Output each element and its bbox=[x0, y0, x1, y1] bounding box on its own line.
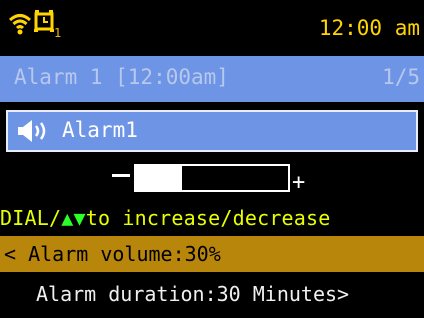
volume-slider-fill bbox=[136, 166, 182, 190]
wifi-icon bbox=[8, 12, 32, 40]
alarm-clock-icon bbox=[34, 10, 54, 36]
hint-text: DIAL/▲▼to increase/decrease bbox=[0, 206, 424, 230]
status-bar: 1 12:00 am bbox=[0, 0, 424, 52]
volume-decrease[interactable] bbox=[112, 174, 130, 177]
volume-increase[interactable]: + bbox=[292, 172, 305, 194]
menu-item-label: < Alarm volume:30% bbox=[4, 242, 221, 266]
hint-suffix: to increase/decrease bbox=[85, 206, 331, 230]
up-down-arrows-icon: ▲▼ bbox=[61, 206, 86, 230]
alarm-index-label: 1 bbox=[54, 26, 62, 40]
volume-slider[interactable] bbox=[134, 164, 290, 192]
page-title: Alarm 1 [12:00am] bbox=[14, 65, 229, 89]
alarm-name: Alarm1 bbox=[62, 118, 138, 142]
page-indicator: 1/5 bbox=[382, 65, 420, 89]
hint-prefix: DIAL/ bbox=[0, 206, 62, 230]
alarm-name-box[interactable]: Alarm1 bbox=[6, 110, 418, 152]
menu-item-label: Alarm duration:30 Minutes> bbox=[36, 282, 350, 306]
speaker-icon bbox=[18, 120, 54, 146]
menu-item-alarm-volume[interactable]: < Alarm volume:30% bbox=[0, 236, 424, 272]
clock: 12:00 am bbox=[318, 16, 420, 40]
menu-item-alarm-duration[interactable]: Alarm duration:30 Minutes> bbox=[0, 276, 424, 312]
alarm-header: Alarm 1 [12:00am] 1/5 bbox=[0, 56, 424, 102]
